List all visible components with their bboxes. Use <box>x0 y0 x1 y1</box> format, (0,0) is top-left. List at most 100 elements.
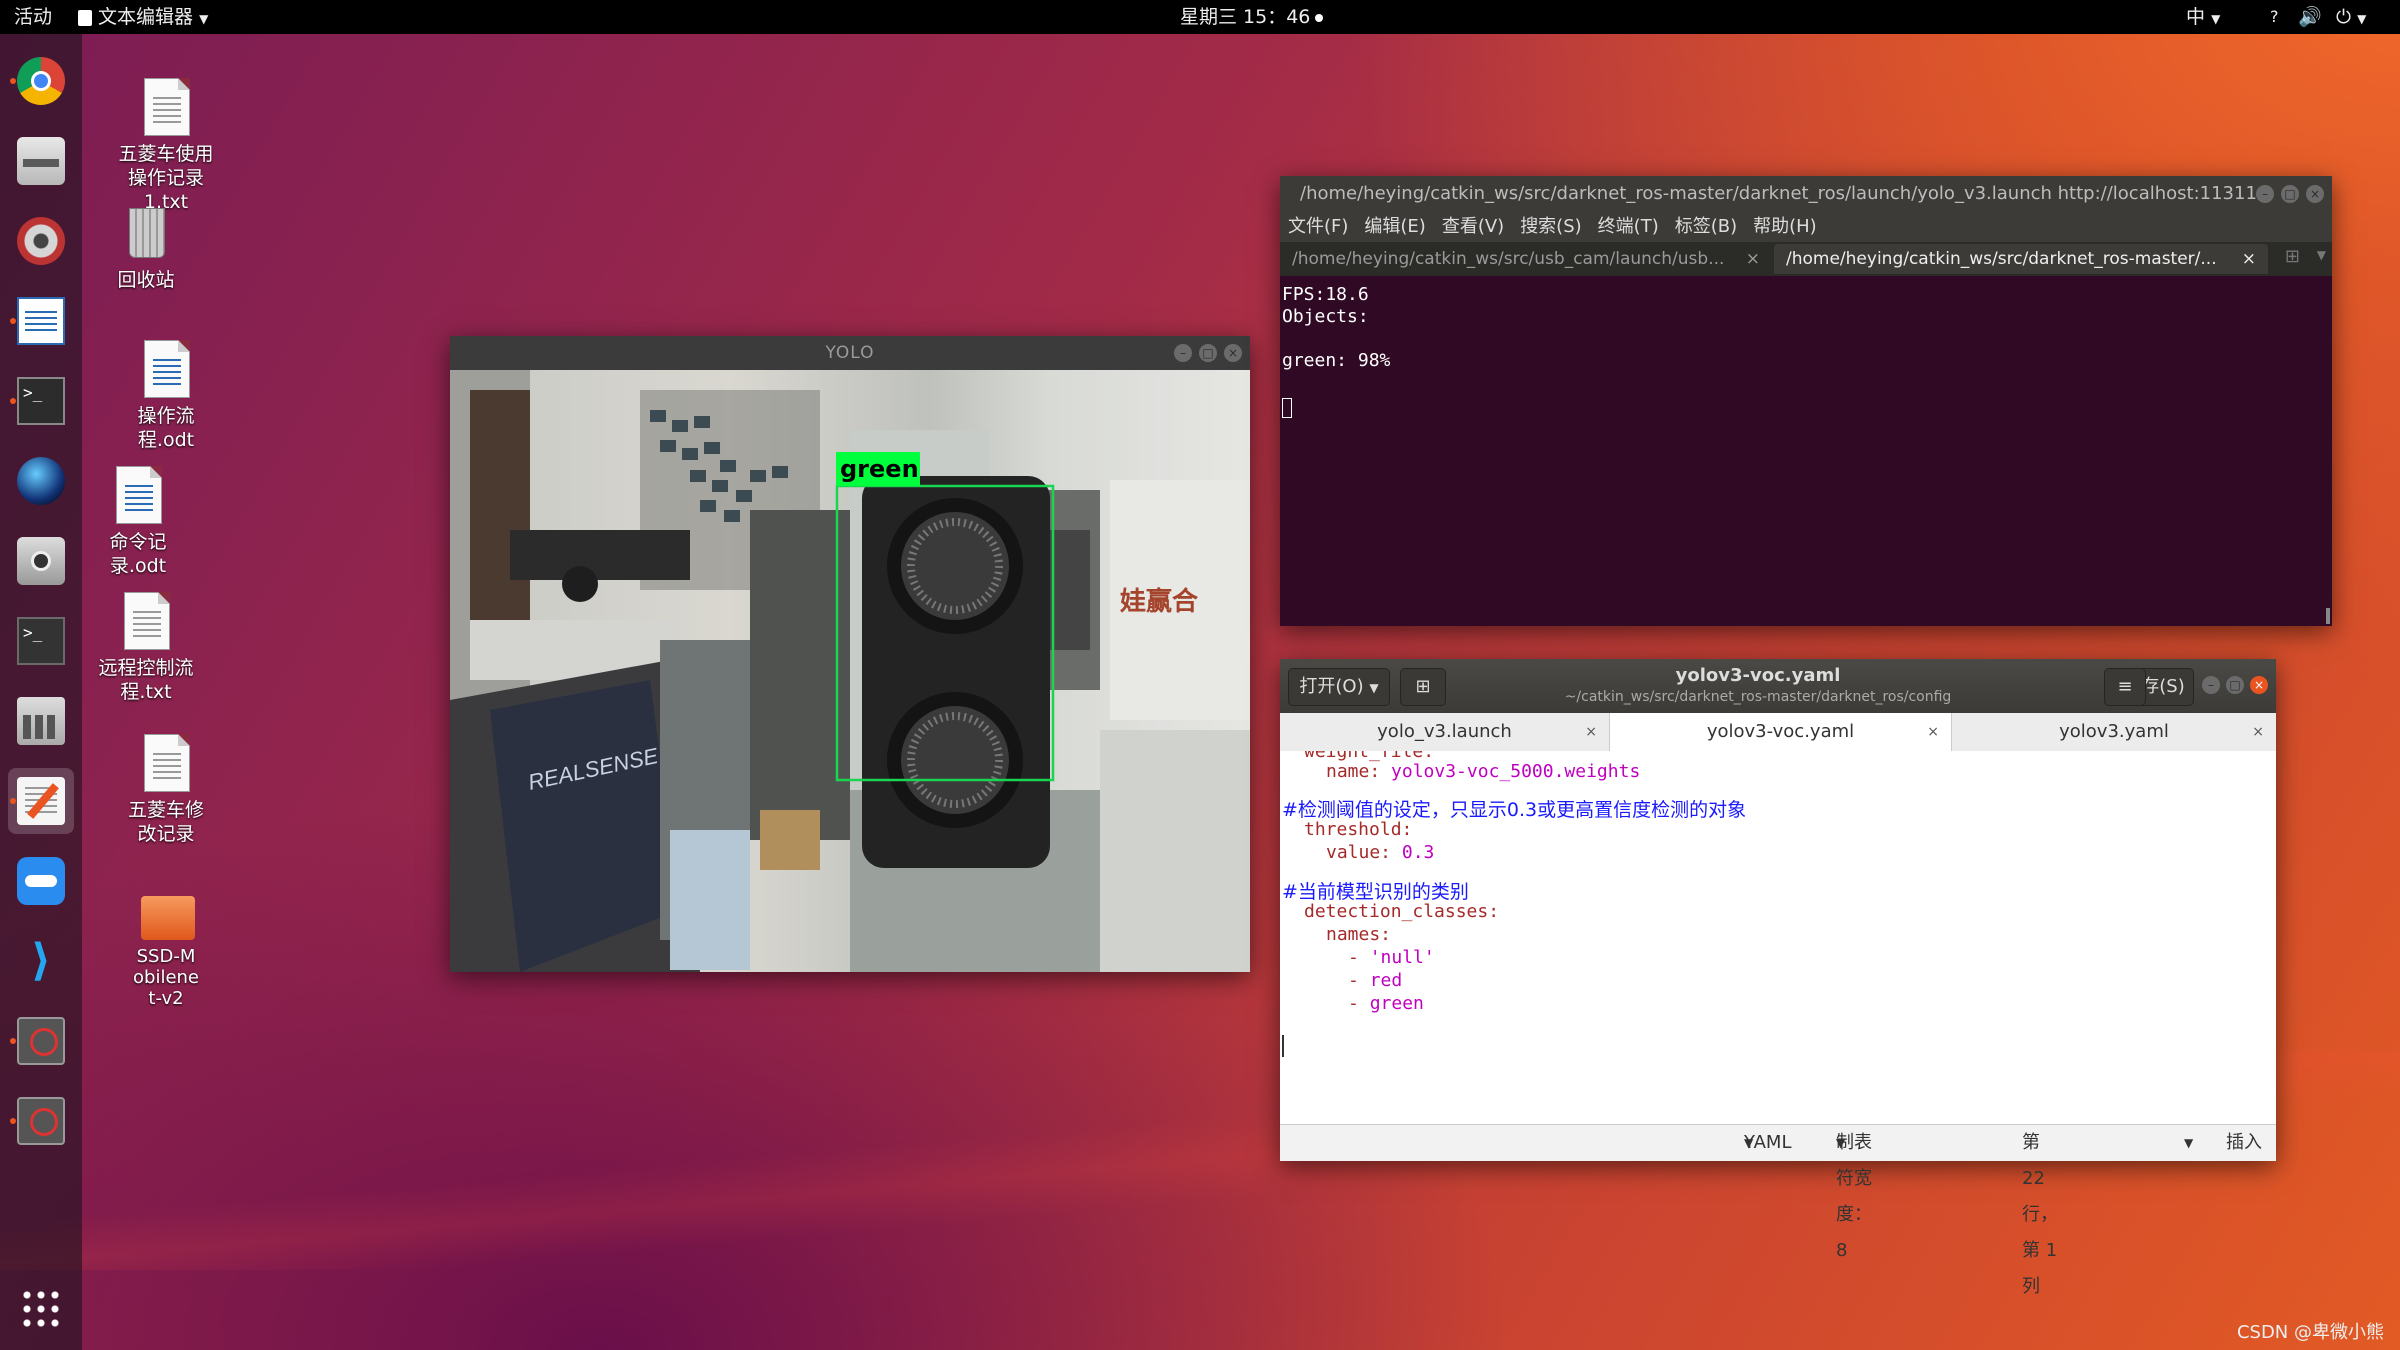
dock-vscode[interactable]: ⟩ <box>8 928 74 994</box>
code-line: threshold: <box>1304 819 1413 840</box>
desktop-file-5[interactable]: 远程控制流程.txt <box>86 592 206 704</box>
code-list-item: - red <box>1348 970 1403 991</box>
blocked-app-icon <box>17 1017 65 1065</box>
terminal-icon: >_ <box>17 377 65 425</box>
new-document-button[interactable]: ⊞ <box>1400 668 1446 706</box>
minimize-button[interactable]: – <box>2256 185 2274 203</box>
chevron-down-icon: ▼ <box>1369 681 1379 695</box>
globe-icon <box>17 457 65 505</box>
close-tab-icon[interactable]: × <box>2242 244 2256 274</box>
tab-label: /home/heying/catkin_ws/src/darknet_ros-m… <box>1786 249 2217 269</box>
show-apps-icon[interactable] <box>20 1288 60 1328</box>
dock-text-editor[interactable] <box>8 768 74 834</box>
camera-feed: REALSENSE 娃赢合 green <box>450 370 1250 972</box>
desktop-file-label: 命令记录.odt <box>109 531 167 577</box>
dock-globe[interactable] <box>8 448 74 514</box>
tab-yolov3-yaml[interactable]: yolov3.yaml × <box>1952 713 2276 751</box>
dock-terminal[interactable]: >_ <box>8 368 74 434</box>
desktop-file-4[interactable]: 命令记录.odt <box>78 466 198 578</box>
desktop-file-1[interactable]: 五菱车使用操作记录1.txt <box>106 78 226 212</box>
app-menu[interactable]: 文本编辑器 ▼ <box>78 0 208 34</box>
desktop-file-label: SSD-Mobilenet-v2 <box>133 946 199 1009</box>
maximize-button[interactable]: □ <box>1199 344 1217 362</box>
dock-app-blocked-2[interactable] <box>8 1088 74 1154</box>
vscode-icon: ⟩ <box>30 935 52 986</box>
minimize-button[interactable]: – <box>2202 676 2220 694</box>
clock[interactable]: 星期三 15：46 <box>1180 0 1324 34</box>
terminal-icon: >_ <box>17 617 65 665</box>
app-menu-label: 文本编辑器 <box>98 6 194 28</box>
close-tab-icon[interactable]: × <box>2252 713 2264 751</box>
open-button[interactable]: 打开(O) ▼ <box>1288 668 1390 706</box>
chevron-down-icon[interactable]: ▼ <box>2184 1125 2193 1161</box>
close-button[interactable]: × <box>2306 185 2324 203</box>
minimize-button[interactable]: – <box>1174 344 1192 362</box>
tab-label: /home/heying/catkin_ws/src/usb_cam/launc… <box>1292 249 1725 269</box>
terminal-output[interactable]: FPS:18.6 Objects: green: 98% <box>1280 276 2332 380</box>
volume-icon[interactable]: 🔊 <box>2298 0 2322 34</box>
trash-icon <box>121 204 171 262</box>
menu-view[interactable]: 查看(V) <box>1442 216 1504 237</box>
chevron-down-icon: ▼ <box>1836 1136 1846 1150</box>
code-editor[interactable]: weight_file: name: yolov3-voc_5000.weigh… <box>1280 751 2276 1123</box>
power-icon[interactable]: ⏻ ▼ <box>2336 0 2366 34</box>
text-editor-window[interactable]: 打开(O) ▼ ⊞ yolov3-voc.yaml ~/catkin_ws/sr… <box>1280 659 2276 1297</box>
yolo-window[interactable]: YOLO – □ × REALSENSE 娃赢合 green <box>450 336 1250 972</box>
tab-yolov3-voc-yaml[interactable]: yolov3-voc.yaml × <box>1610 713 1952 751</box>
menu-terminal[interactable]: 终端(T) <box>1598 216 1659 237</box>
terminal-tabs: /home/heying/catkin_ws/src/usb_cam/launc… <box>1280 242 2332 276</box>
menu-search[interactable]: 搜索(S) <box>1520 216 1581 237</box>
menu-edit[interactable]: 编辑(E) <box>1364 216 1425 237</box>
desktop-file-label: 远程控制流程.txt <box>98 657 194 703</box>
menu-tabs[interactable]: 标签(B) <box>1675 216 1737 237</box>
desktop-file-6[interactable]: 五菱车修改记录 <box>106 734 226 846</box>
input-method-menu[interactable]: 中 ▼ <box>2186 0 2220 34</box>
dock-camera[interactable] <box>8 528 74 594</box>
close-button[interactable]: × <box>2250 676 2268 694</box>
chevron-down-icon: ▼ <box>2211 12 2221 26</box>
menu-help[interactable]: 帮助(H) <box>1753 216 1817 237</box>
dock-calculator[interactable] <box>8 688 74 754</box>
close-tab-icon[interactable]: × <box>1927 713 1939 751</box>
clock-label: 星期三 15：46 <box>1180 6 1311 28</box>
desktop-folder[interactable]: SSD-Mobilenet-v2 <box>106 892 226 1009</box>
blocked-app-icon <box>17 1097 65 1145</box>
dock-lark[interactable] <box>8 848 74 914</box>
input-method-label: 中 <box>2186 6 2206 28</box>
dock-app-blocked[interactable] <box>8 1008 74 1074</box>
new-tab-icon[interactable]: ⊞ <box>2285 246 2300 267</box>
dock-terminal-2[interactable]: >_ <box>8 608 74 674</box>
chevron-down-icon[interactable]: ▼ <box>2317 248 2326 262</box>
close-button[interactable]: × <box>1224 344 1242 362</box>
menu-icon: ≡ <box>2117 676 2133 697</box>
maximize-button[interactable]: □ <box>2226 676 2244 694</box>
terminal-window[interactable]: /home/heying/catkin_ws/src/darknet_ros-m… <box>1280 176 2332 626</box>
close-tab-icon[interactable]: × <box>1585 713 1597 751</box>
calculator-icon <box>17 697 65 745</box>
desktop-file-label: 五菱车修改记录 <box>127 799 204 845</box>
desktop-file-label: 回收站 <box>117 269 175 291</box>
activities-button[interactable]: 活动 <box>14 0 52 34</box>
code-line: value: 0.3 <box>1326 842 1434 863</box>
dock-chrome[interactable] <box>8 48 74 114</box>
close-tab-icon[interactable]: × <box>1746 244 1760 274</box>
insert-mode[interactable]: 插入 <box>2226 1125 2262 1161</box>
tab-yolo-v3-launch[interactable]: yolo_v3.launch × <box>1280 713 1610 751</box>
maximize-button[interactable]: □ <box>2281 185 2299 203</box>
dock-writer[interactable] <box>8 288 74 354</box>
text-file-icon <box>124 592 170 650</box>
scrollbar[interactable] <box>2326 608 2330 624</box>
menu-file[interactable]: 文件(F) <box>1288 216 1348 237</box>
terminal-tab-1[interactable]: /home/heying/catkin_ws/src/usb_cam/launc… <box>1280 244 1772 274</box>
code-value: 'null' <box>1369 947 1435 968</box>
help-icon[interactable]: ? <box>2270 0 2279 34</box>
desktop-file-3[interactable]: 操作流程.odt <box>106 340 226 452</box>
dock-settings[interactable] <box>8 208 74 274</box>
folder-icon <box>141 892 195 940</box>
hamburger-menu-button[interactable]: ≡ <box>2104 668 2146 706</box>
dock-files[interactable] <box>8 128 74 194</box>
desktop-trash[interactable]: 回收站 <box>86 204 206 292</box>
code-line: detection_classes: <box>1304 901 1500 922</box>
chevron-down-icon: ▼ <box>1744 1136 1754 1150</box>
terminal-tab-2[interactable]: /home/heying/catkin_ws/src/darknet_ros-m… <box>1774 244 2268 274</box>
